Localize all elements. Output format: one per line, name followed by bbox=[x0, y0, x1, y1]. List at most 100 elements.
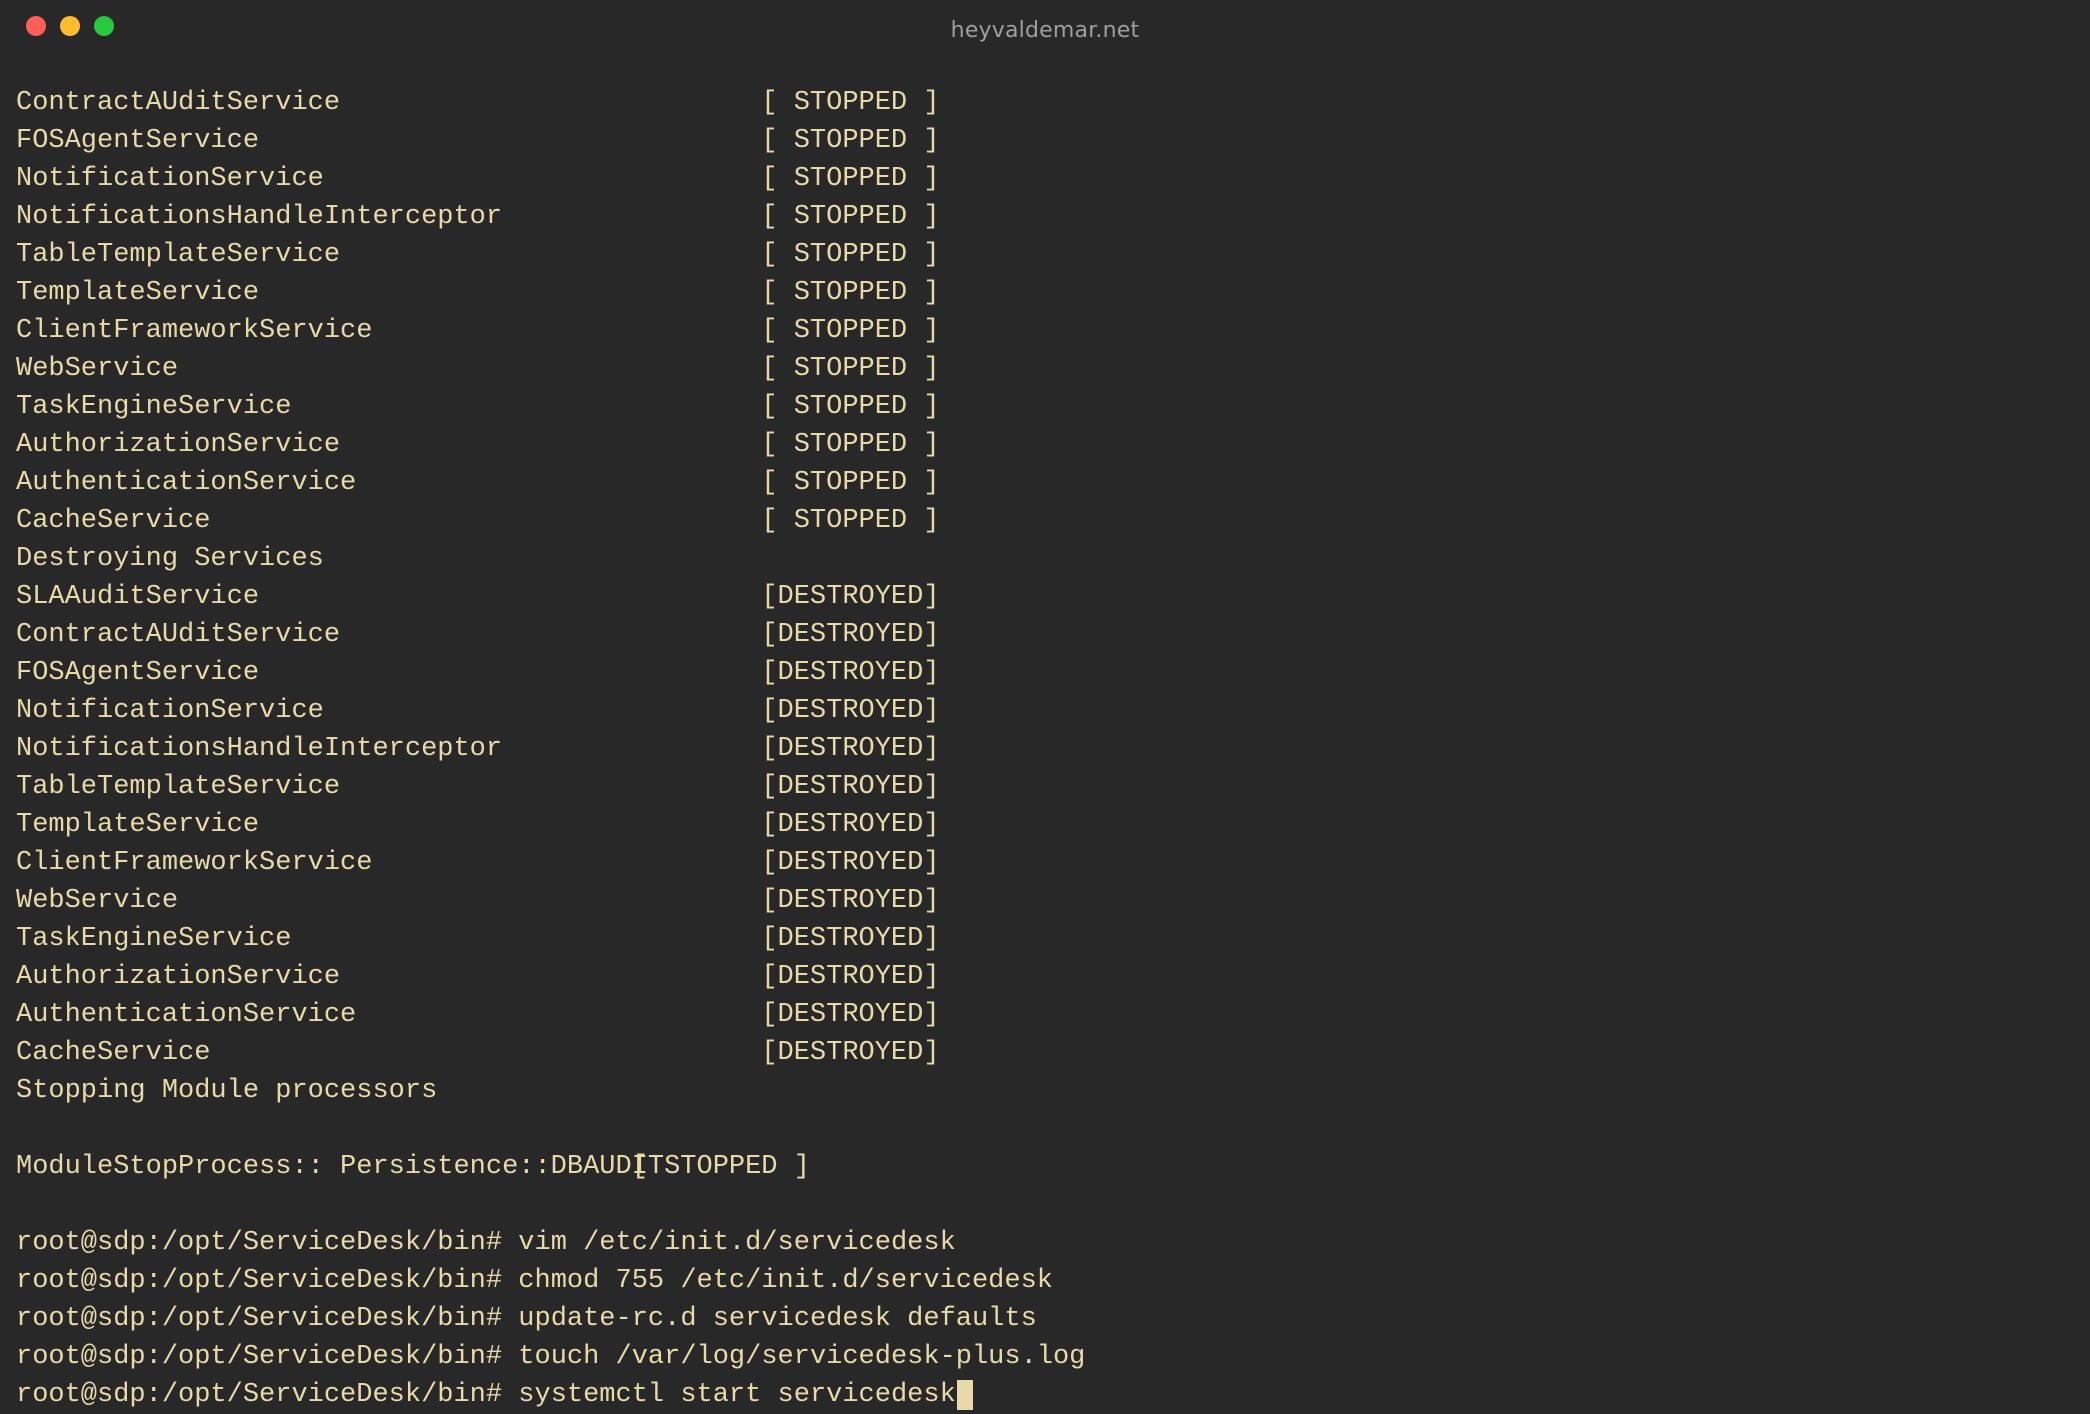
service-name: NotificationService bbox=[16, 160, 761, 198]
service-row-stopped: NotificationsHandleInterceptor [ STOPPED… bbox=[16, 198, 2074, 236]
service-status: [ STOPPED ] bbox=[761, 236, 939, 274]
prompt-history-line: root@sdp:/opt/ServiceDesk/bin# chmod 755… bbox=[16, 1262, 2074, 1300]
service-name: NotificationService bbox=[16, 692, 761, 730]
service-name: AuthenticationService bbox=[16, 996, 761, 1034]
service-status: [DESTROYED] bbox=[761, 730, 939, 768]
service-name: ClientFrameworkService bbox=[16, 312, 761, 350]
service-name: TableTemplateService bbox=[16, 768, 761, 806]
service-status: [DESTROYED] bbox=[761, 692, 939, 730]
service-status: [ STOPPED ] bbox=[761, 84, 939, 122]
service-row-destroyed: WebService [DESTROYED] bbox=[16, 882, 2074, 920]
service-row-destroyed: TaskEngineService [DESTROYED] bbox=[16, 920, 2074, 958]
service-name: ClientFrameworkService bbox=[16, 844, 761, 882]
destroying-services-header: Destroying Services bbox=[16, 540, 2074, 578]
service-name: TaskEngineService bbox=[16, 388, 761, 426]
window-titlebar: heyvaldemar.net bbox=[0, 0, 2090, 46]
service-row-stopped: TemplateService [ STOPPED ] bbox=[16, 274, 2074, 312]
shell-prompt: root@sdp:/opt/ServiceDesk/bin# bbox=[16, 1380, 518, 1410]
service-row-destroyed: NotificationService [DESTROYED] bbox=[16, 692, 2074, 730]
service-name: ContractAUditService bbox=[16, 84, 761, 122]
service-row-destroyed: TableTemplateService [DESTROYED] bbox=[16, 768, 2074, 806]
prompt-history-line: root@sdp:/opt/ServiceDesk/bin# vim /etc/… bbox=[16, 1224, 2074, 1262]
service-status: [ STOPPED ] bbox=[761, 388, 939, 426]
service-status: [DESTROYED] bbox=[761, 996, 939, 1034]
service-status: [ STOPPED ] bbox=[761, 350, 939, 388]
blank-line bbox=[16, 1110, 2074, 1148]
service-name: TaskEngineService bbox=[16, 920, 761, 958]
service-row-destroyed: ClientFrameworkService [DESTROYED] bbox=[16, 844, 2074, 882]
shell-prompt: root@sdp:/opt/ServiceDesk/bin# bbox=[16, 1228, 518, 1258]
stopping-module-header: Stopping Module processors bbox=[16, 1072, 2074, 1110]
terminal-output[interactable]: ContractAUditService [ STOPPED ]FOSAgent… bbox=[0, 46, 2090, 1414]
service-status: [DESTROYED] bbox=[761, 1034, 939, 1072]
service-row-stopped: TaskEngineService [ STOPPED ] bbox=[16, 388, 2074, 426]
service-status: [DESTROYED] bbox=[761, 616, 939, 654]
prompt-history-line: root@sdp:/opt/ServiceDesk/bin# update-rc… bbox=[16, 1300, 2074, 1338]
service-status: [DESTROYED] bbox=[761, 920, 939, 958]
service-row-destroyed: SLAAuditService [DESTROYED] bbox=[16, 578, 2074, 616]
service-status: [ STOPPED ] bbox=[761, 198, 939, 236]
service-status: [DESTROYED] bbox=[761, 844, 939, 882]
prompt-current-line[interactable]: root@sdp:/opt/ServiceDesk/bin# systemctl… bbox=[16, 1376, 2074, 1414]
service-row-stopped: NotificationService [ STOPPED ] bbox=[16, 160, 2074, 198]
service-name: TableTemplateService bbox=[16, 236, 761, 274]
command-text: vim /etc/init.d/servicedesk bbox=[518, 1228, 955, 1258]
service-row-destroyed: ContractAUditService [DESTROYED] bbox=[16, 616, 2074, 654]
service-status: [DESTROYED] bbox=[761, 578, 939, 616]
service-row-stopped: AuthenticationService [ STOPPED ] bbox=[16, 464, 2074, 502]
service-row-destroyed: AuthorizationService [DESTROYED] bbox=[16, 958, 2074, 996]
service-name: TemplateService bbox=[16, 274, 761, 312]
cursor-icon bbox=[957, 1380, 973, 1410]
service-name: NotificationsHandleInterceptor bbox=[16, 730, 761, 768]
module-status: [ STOPPED ] bbox=[632, 1148, 810, 1186]
service-name: CacheService bbox=[16, 1034, 761, 1072]
command-text: update-rc.d servicedesk defaults bbox=[518, 1304, 1036, 1334]
service-row-destroyed: CacheService [DESTROYED] bbox=[16, 1034, 2074, 1072]
service-row-destroyed: TemplateService [DESTROYED] bbox=[16, 806, 2074, 844]
service-name: TemplateService bbox=[16, 806, 761, 844]
module-stop-row: ModuleStopProcess:: Persistence::DBAUDIT… bbox=[16, 1148, 2074, 1186]
module-name: ModuleStopProcess:: Persistence::DBAUDIT bbox=[16, 1148, 632, 1186]
service-name: CacheService bbox=[16, 502, 761, 540]
command-input[interactable]: systemctl start servicedesk bbox=[518, 1380, 955, 1410]
service-row-stopped: ContractAUditService [ STOPPED ] bbox=[16, 84, 2074, 122]
service-status: [ STOPPED ] bbox=[761, 312, 939, 350]
service-name: FOSAgentService bbox=[16, 654, 761, 692]
service-name: WebService bbox=[16, 882, 761, 920]
service-name: FOSAgentService bbox=[16, 122, 761, 160]
service-status: [ STOPPED ] bbox=[761, 160, 939, 198]
service-status: [ STOPPED ] bbox=[761, 122, 939, 160]
service-row-stopped: TableTemplateService [ STOPPED ] bbox=[16, 236, 2074, 274]
service-status: [ STOPPED ] bbox=[761, 274, 939, 312]
service-row-stopped: WebService [ STOPPED ] bbox=[16, 350, 2074, 388]
service-status: [DESTROYED] bbox=[761, 806, 939, 844]
service-row-destroyed: AuthenticationService [DESTROYED] bbox=[16, 996, 2074, 1034]
prompt-history-line: root@sdp:/opt/ServiceDesk/bin# touch /va… bbox=[16, 1338, 2074, 1376]
shell-prompt: root@sdp:/opt/ServiceDesk/bin# bbox=[16, 1266, 518, 1296]
service-name: SLAAuditService bbox=[16, 578, 761, 616]
service-name: ContractAUditService bbox=[16, 616, 761, 654]
service-row-destroyed: FOSAgentService [DESTROYED] bbox=[16, 654, 2074, 692]
window-title: heyvaldemar.net bbox=[0, 12, 2090, 50]
service-name: AuthenticationService bbox=[16, 464, 761, 502]
service-row-stopped: CacheService [ STOPPED ] bbox=[16, 502, 2074, 540]
service-row-stopped: FOSAgentService [ STOPPED ] bbox=[16, 122, 2074, 160]
blank-line bbox=[16, 1186, 2074, 1224]
command-text: chmod 755 /etc/init.d/servicedesk bbox=[518, 1266, 1053, 1296]
service-status: [DESTROYED] bbox=[761, 654, 939, 692]
service-row-stopped: AuthorizationService [ STOPPED ] bbox=[16, 426, 2074, 464]
service-status: [ STOPPED ] bbox=[761, 464, 939, 502]
command-text: touch /var/log/servicedesk-plus.log bbox=[518, 1342, 1085, 1372]
service-name: AuthorizationService bbox=[16, 958, 761, 996]
service-status: [ STOPPED ] bbox=[761, 502, 939, 540]
service-status: [ STOPPED ] bbox=[761, 426, 939, 464]
service-row-destroyed: NotificationsHandleInterceptor [DESTROYE… bbox=[16, 730, 2074, 768]
shell-prompt: root@sdp:/opt/ServiceDesk/bin# bbox=[16, 1304, 518, 1334]
service-name: AuthorizationService bbox=[16, 426, 761, 464]
service-status: [DESTROYED] bbox=[761, 958, 939, 996]
service-status: [DESTROYED] bbox=[761, 882, 939, 920]
service-status: [DESTROYED] bbox=[761, 768, 939, 806]
shell-prompt: root@sdp:/opt/ServiceDesk/bin# bbox=[16, 1342, 518, 1372]
service-row-stopped: ClientFrameworkService [ STOPPED ] bbox=[16, 312, 2074, 350]
service-name: WebService bbox=[16, 350, 761, 388]
